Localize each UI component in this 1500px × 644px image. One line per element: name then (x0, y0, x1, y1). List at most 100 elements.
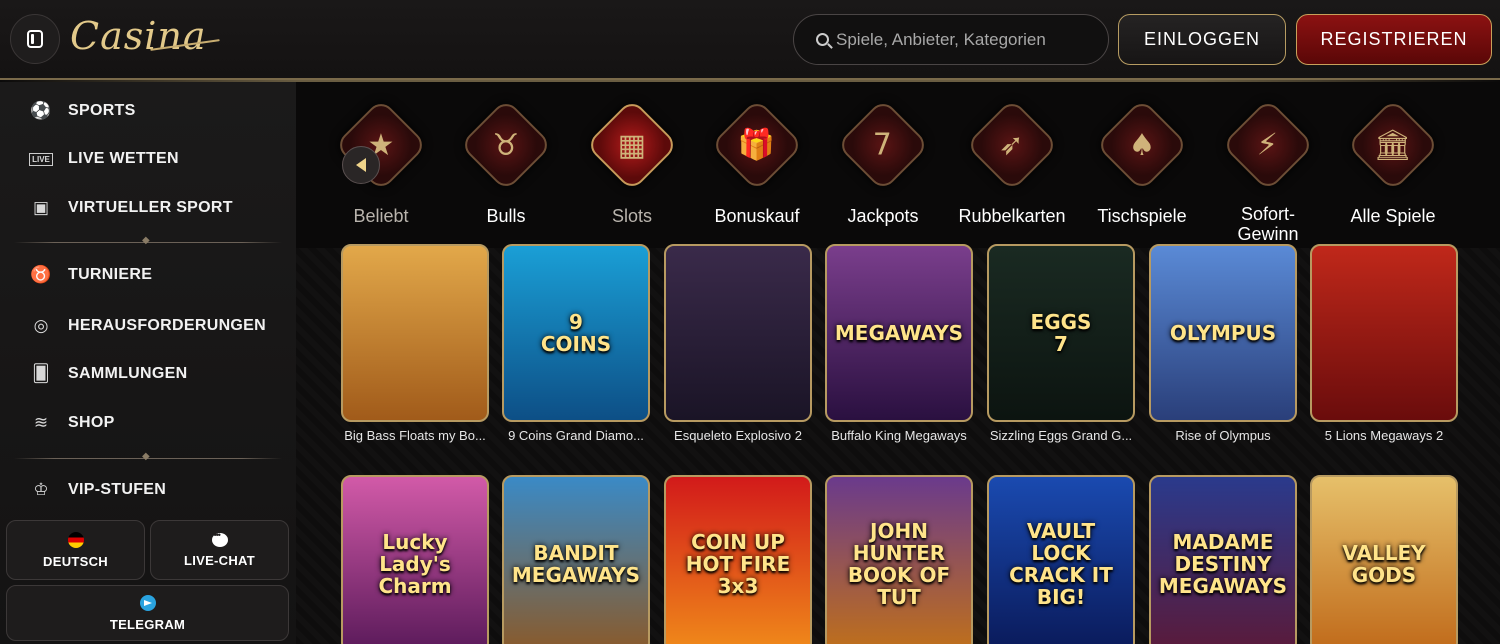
sidebar-item-label: TURNIERE (68, 266, 153, 283)
chat-bubble-icon (211, 530, 228, 547)
category-label: Slots (611, 206, 653, 226)
top-header: Casina EINLOGGEN REGISTRIEREN (0, 0, 1500, 82)
game-tile[interactable]: MEGAWAYS Buffalo King Megaways (825, 244, 973, 443)
game-name: Buffalo King Megaways (831, 428, 967, 443)
search-input[interactable] (836, 29, 1086, 50)
game-tile[interactable]: BANDIT MEGAWAYS (502, 475, 650, 644)
sidebar-toggle-icon (27, 30, 43, 48)
sidebar-item-sammlungen[interactable]: 🂠 SAMMLUNGEN (0, 354, 296, 394)
category-label: Bonuskauf (714, 206, 800, 226)
soccer-ball-icon: ⚽ (30, 101, 52, 120)
game-thumbnail: EGGS 7 (987, 244, 1135, 422)
sidebar-item-live-wetten[interactable]: LIVE LIVE WETTEN (0, 139, 296, 179)
category-badge: 7 (836, 98, 930, 192)
game-tile[interactable]: EGGS 7 Sizzling Eggs Grand G... (987, 244, 1135, 443)
slot-machine-icon: ▦ (617, 127, 647, 163)
category-alle-spiele[interactable]: 🏛 Alle Spiele (1333, 98, 1453, 250)
game-tile[interactable]: VAULT LOCK CRACK IT BIG! (987, 475, 1135, 644)
sidebar-item-sports[interactable]: ⚽ SPORTS (0, 91, 296, 131)
rocket-icon: ➶ (999, 127, 1025, 163)
live-chat-button[interactable]: LIVE-CHAT (150, 520, 289, 580)
login-button[interactable]: EINLOGGEN (1118, 14, 1286, 65)
main-content: ★ Beliebt ♉ Bulls ▦ Slots 🎁 Bonuskauf 7 … (296, 82, 1500, 644)
game-thumbnail: JOHN HUNTER BOOK OF TUT (825, 475, 973, 644)
game-art-title: EGGS 7 (1030, 310, 1092, 356)
bull-icon: ♉ (492, 127, 520, 163)
category-tischspiele[interactable]: ♠ Tischspiele (1082, 98, 1202, 250)
sidebar-item-label: SHOP (68, 414, 115, 431)
sidebar-item-label: VIP-STUFEN (68, 481, 167, 498)
game-name: Big Bass Floats my Bo... (344, 428, 486, 443)
sidebar-divider (14, 451, 282, 462)
game-tile[interactable]: 5 Lions Megaways 2 (1310, 244, 1458, 443)
category-strip: ★ Beliebt ♉ Bulls ▦ Slots 🎁 Bonuskauf 7 … (296, 82, 1500, 248)
game-art-title: MADAME DESTINY MEGAWAYS (1158, 530, 1288, 598)
game-art-title: VALLEY GODS (1342, 541, 1426, 587)
game-thumbnail: VALLEY GODS (1310, 475, 1458, 644)
sidebar-item-label: VIRTUELLER SPORT (68, 199, 233, 216)
game-tile[interactable]: JOHN HUNTER BOOK OF TUT (825, 475, 973, 644)
category-label: Jackpots (847, 206, 919, 226)
category-badge: 🏛 (1346, 98, 1440, 192)
game-name: 9 Coins Grand Diamo... (508, 428, 644, 443)
telegram-button[interactable]: TELEGRAM (6, 585, 289, 641)
language-label: DEUTSCH (43, 553, 108, 569)
sidebar-item-shop[interactable]: ≋ SHOP (0, 403, 296, 443)
seven-icon: 7 (873, 127, 893, 163)
game-tile[interactable]: COIN UP HOT FIRE 3x3 (664, 475, 812, 644)
game-art-title (732, 327, 744, 339)
game-art-title: Lucky Lady's Charm (378, 530, 452, 598)
game-thumbnail: Lucky Lady's Charm (341, 475, 489, 644)
category-jackpots[interactable]: 7 Jackpots (823, 98, 943, 250)
language-button[interactable]: DEUTSCH (6, 520, 145, 580)
game-art-title: MEGAWAYS (834, 321, 964, 345)
game-tile[interactable]: Esqueleto Explosivo 2 (664, 244, 812, 443)
game-tile[interactable]: VALLEY GODS (1310, 475, 1458, 644)
category-badge: ♠ (1095, 98, 1189, 192)
game-tile[interactable]: 9 COINS 9 Coins Grand Diamo... (502, 244, 650, 443)
game-name: Esqueleto Explosivo 2 (674, 428, 802, 443)
game-thumbnail: BANDIT MEGAWAYS (502, 475, 650, 644)
game-thumbnail: VAULT LOCK CRACK IT BIG! (987, 475, 1135, 644)
search-bar[interactable] (793, 14, 1109, 65)
gift-icon: 🎁 (738, 127, 776, 163)
sidebar-item-label: SAMMLUNGEN (68, 365, 188, 382)
category-label: Rubbelkarten (958, 206, 1066, 226)
sidebar-toggle-button[interactable] (10, 14, 60, 64)
sidebar-item-turniere[interactable]: ♉ TURNIERE (0, 255, 296, 295)
playing-cards-icon: ♠ (1128, 127, 1156, 163)
category-badge: ⚡ (1221, 98, 1315, 192)
game-tile[interactable]: OLYMPUS Rise of Olympus (1149, 244, 1297, 443)
target-icon: ◎ (33, 316, 49, 335)
game-thumbnail: MADAME DESTINY MEGAWAYS (1149, 475, 1297, 644)
game-art-title: VAULT LOCK CRACK IT BIG! (1009, 519, 1113, 609)
game-art-title: OLYMPUS (1169, 321, 1277, 345)
sidebar-item-herausforderungen[interactable]: ◎ HERAUSFORDERUNGEN (0, 306, 296, 346)
coins-icon: ≋ (33, 413, 49, 432)
game-tile[interactable]: MADAME DESTINY MEGAWAYS (1149, 475, 1297, 644)
category-slots[interactable]: ▦ Slots (572, 98, 692, 250)
category-bulls[interactable]: ♉ Bulls (446, 98, 566, 250)
register-button[interactable]: REGISTRIEREN (1296, 14, 1492, 65)
category-beliebt[interactable]: ★ Beliebt (321, 98, 441, 250)
lightning-icon: ⚡ (1257, 127, 1279, 163)
colosseum-icon: 🏛 (1373, 127, 1413, 163)
category-bonuskauf[interactable]: 🎁 Bonuskauf (697, 98, 817, 250)
category-rubbelkarten[interactable]: ➶ Rubbelkarten (952, 98, 1072, 250)
live-tv-icon: LIVE (29, 149, 53, 169)
game-thumbnail (341, 244, 489, 422)
game-art-title: 9 COINS (540, 310, 612, 356)
sidebar-item-vip-stufen[interactable]: ♔ VIP-STUFEN (0, 470, 296, 510)
category-sofort-gewinn[interactable]: ⚡ Sofort- Gewinn (1208, 98, 1328, 250)
game-tile[interactable]: Big Bass Floats my Bo... (341, 244, 489, 443)
category-label: Alle Spiele (1350, 206, 1436, 226)
sidebar-item-virtueller-sport[interactable]: ▣ VIRTUELLER SPORT (0, 188, 296, 228)
category-label: Beliebt (353, 206, 409, 226)
virtual-sport-icon: ▣ (32, 198, 50, 217)
category-prev-button[interactable] (342, 146, 380, 184)
search-icon (816, 33, 829, 46)
category-label: Tischspiele (1097, 206, 1187, 226)
game-thumbnail: 9 COINS (502, 244, 650, 422)
game-tile[interactable]: Lucky Lady's Charm (341, 475, 489, 644)
site-logo[interactable]: Casina (70, 14, 207, 58)
